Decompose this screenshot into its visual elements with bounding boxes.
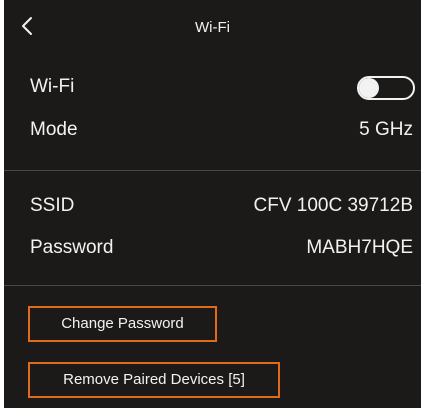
mode-label: Mode (30, 119, 78, 140)
remove-paired-devices-button[interactable]: Remove Paired Devices [5] (28, 362, 280, 398)
wifi-row: Wi-Fi (4, 68, 421, 108)
password-value: MABH7HQE (306, 237, 413, 258)
ssid-value: CFV 100C 39712B (253, 195, 414, 216)
section-divider (4, 285, 421, 286)
toggle-knob (359, 78, 379, 98)
section-divider (4, 170, 421, 171)
ssid-label: SSID (30, 195, 75, 216)
ssid-row: SSID CFV 100C 39712B (4, 187, 421, 227)
mode-value: 5 GHz (359, 119, 413, 140)
password-row: Password MABH7HQE (4, 229, 421, 269)
wifi-toggle[interactable] (357, 76, 415, 100)
mode-row[interactable]: Mode 5 GHz (4, 111, 421, 151)
page-title: Wi-Fi (195, 19, 230, 36)
change-password-button[interactable]: Change Password (28, 306, 217, 342)
wifi-settings-screen: Wi-Fi Wi-Fi Mode 5 GHz SSID CFV 100C 397… (4, 0, 421, 408)
wifi-label: Wi-Fi (30, 76, 75, 97)
password-label: Password (30, 237, 114, 258)
header-bar: Wi-Fi (4, 0, 421, 56)
